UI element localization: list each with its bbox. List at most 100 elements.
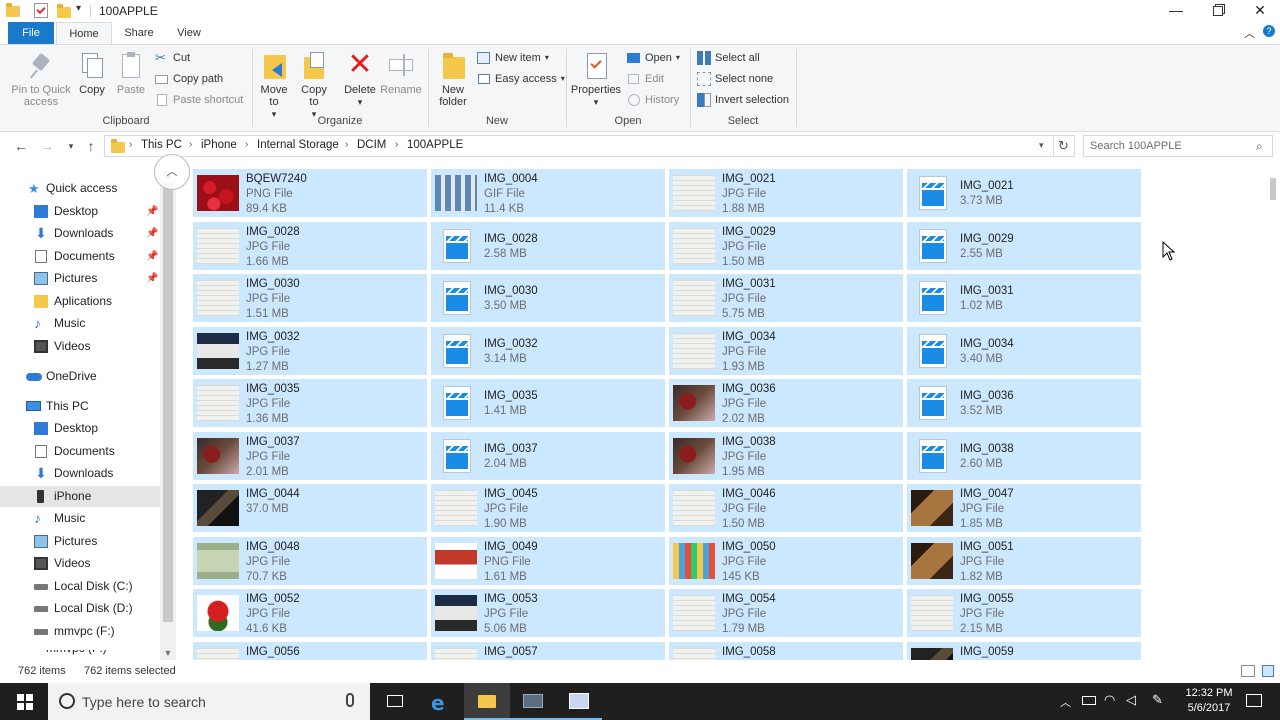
tab-view[interactable]: View [166, 22, 212, 44]
file-tile[interactable]: IMG_0038 2.60 MB [907, 431, 1141, 480]
tab-file[interactable]: File [8, 22, 54, 44]
file-tile[interactable]: IMG_0046 JPG File 1.50 MB [669, 484, 903, 532]
nav-pc-downloads[interactable]: ⬇ Downloads [0, 463, 160, 484]
maximize-button[interactable] [1196, 0, 1240, 22]
edit-button[interactable]: Edit [627, 70, 664, 88]
new-folder-qat-icon[interactable] [57, 4, 71, 21]
minimize-button[interactable]: — [1154, 0, 1198, 22]
tab-share[interactable]: Share [116, 22, 162, 44]
refresh-icon[interactable]: ↻ [1053, 135, 1075, 157]
details-view-icon[interactable] [1241, 665, 1255, 677]
help-icon[interactable]: ? [1263, 25, 1275, 37]
file-tile[interactable]: IMG_0021 JPG File 1.88 MB [669, 169, 903, 217]
taskbar-media-app-button[interactable] [510, 683, 556, 720]
nav-quick-documents[interactable]: Documents 📌 [0, 246, 160, 267]
file-tile[interactable]: IMG_0037 2.04 MB [431, 431, 665, 480]
copy-to-button[interactable]: Copy to ▾ [296, 49, 332, 120]
move-to-button[interactable]: Move to ▾ [256, 49, 292, 120]
search-box[interactable]: ⌕ [1083, 135, 1273, 157]
taskbar-recorder-app-button[interactable] [556, 683, 602, 720]
nav-pc-mmvpc-f[interactable]: mmvpc (F:) [0, 621, 160, 642]
nav-pc-desktop[interactable]: Desktop [0, 418, 160, 439]
scroll-down-chevron-icon[interactable]: ▼ [160, 648, 176, 658]
nav-pane-scroll-thumb[interactable] [163, 182, 173, 622]
forward-arrow-icon[interactable]: → [38, 137, 56, 155]
nav-quick-downloads[interactable]: ⬇ Downloads 📌 [0, 223, 160, 244]
new-folder-button[interactable]: New folder [434, 49, 472, 108]
breadcrumb-iphone[interactable]: iPhone [201, 139, 237, 151]
file-tile[interactable]: IMG_0049 PNG File 1.61 MB [431, 536, 665, 585]
file-tile[interactable]: IMG_0032 JPG File 1.27 MB [193, 326, 427, 375]
file-list-scroll-thumb[interactable] [1270, 178, 1276, 200]
up-arrow-icon[interactable]: ↑ [82, 137, 100, 155]
file-tile[interactable]: IMG_0031 JPG File 5.75 MB [669, 274, 903, 322]
file-tile[interactable]: IMG_0032 3.14 MB [431, 326, 665, 375]
file-tile[interactable]: IMG_0004 GIF File 11.4 KB [431, 169, 665, 217]
nav-quick-videos[interactable]: Videos [0, 336, 160, 357]
delete-button[interactable]: ✕ Delete ▾ [340, 49, 380, 108]
file-tile[interactable]: IMG_0057 [431, 641, 665, 660]
file-tile[interactable]: IMG_0059 [907, 641, 1141, 660]
nav-quick-music[interactable]: ♪ Music [0, 313, 160, 334]
back-arrow-icon[interactable]: ← [12, 137, 30, 155]
properties-button[interactable]: Properties ▾ [570, 49, 622, 108]
file-tile[interactable]: IMG_0028 JPG File 1.66 MB [193, 221, 427, 270]
breadcrumb-100apple[interactable]: 100APPLE [407, 139, 463, 151]
customize-qat-icon[interactable]: ▾ [76, 3, 81, 14]
select-all-button[interactable]: Select all [697, 49, 760, 67]
task-view-button[interactable] [372, 683, 418, 720]
search-input[interactable] [1090, 138, 1250, 154]
start-button[interactable] [0, 683, 48, 720]
address-history-chevron-icon[interactable]: ▾ [1039, 140, 1044, 151]
taskbar-file-explorer-button[interactable] [464, 683, 510, 720]
file-tile[interactable]: IMG_0051 JPG File 1.82 MB [907, 536, 1141, 585]
nav-pc-local-disk-d[interactable]: Local Disk (D:) [0, 598, 160, 619]
breadcrumb-dcim[interactable]: DCIM [357, 139, 386, 151]
new-item-button[interactable]: New item ▾ [477, 49, 549, 67]
file-tile[interactable]: IMG_0035 1.41 MB [431, 379, 665, 427]
nav-pc-pictures[interactable]: Pictures [0, 531, 160, 552]
nav-quick-desktop[interactable]: Desktop 📌 [0, 201, 160, 222]
nav-pc-iphone[interactable]: iPhone [0, 486, 160, 507]
minimize-ribbon-icon[interactable]: ︿ [1244, 25, 1255, 41]
nav-pc-music[interactable]: ♪ Music [0, 508, 160, 529]
close-button[interactable]: ✕ [1238, 0, 1280, 22]
show-hidden-icons-chevron-icon[interactable]: ︿ [1060, 694, 1071, 710]
file-tile[interactable]: IMG_0035 JPG File 1.36 MB [193, 379, 427, 427]
nav-quick-pictures[interactable]: Pictures 📌 [0, 268, 160, 289]
file-tile[interactable]: IMG_0048 JPG File 70.7 KB [193, 536, 427, 585]
file-tile[interactable]: IMG_0030 3.50 MB [431, 274, 665, 322]
breadcrumb-this-pc[interactable]: This PC [141, 139, 182, 151]
nav-this-pc[interactable]: This PC [0, 396, 160, 417]
pen-icon[interactable]: ✎ [1152, 692, 1163, 708]
action-center-icon[interactable] [1246, 694, 1262, 707]
taskbar-search-input[interactable] [82, 692, 332, 712]
copy-path-button[interactable]: Copy path [155, 70, 223, 88]
nav-pc-mmvpc-f-2[interactable]: mmvpc (F:) [0, 650, 160, 660]
pin-to-quick-access-button[interactable]: Pin to Quick access [8, 49, 74, 108]
volume-icon[interactable]: ◁ [1126, 692, 1136, 708]
file-tile[interactable]: IMG_0028 2.58 MB [431, 221, 665, 270]
cut-button[interactable]: ✂ Cut [155, 49, 190, 67]
nav-onedrive[interactable]: OneDrive [0, 366, 160, 387]
properties-check-icon[interactable] [34, 3, 48, 18]
breadcrumb-internal-storage[interactable]: Internal Storage [257, 139, 339, 151]
nav-pane-scrollbar[interactable]: ▲ ▼ [160, 170, 176, 660]
file-tile[interactable]: IMG_0044 37.0 MB [193, 484, 427, 532]
easy-access-button[interactable]: Easy access ▾ [477, 70, 565, 88]
file-list-scrollbar[interactable] [1266, 162, 1280, 660]
taskbar-clock[interactable]: 12:32 PM 5/6/2017 [1180, 686, 1238, 716]
file-tile[interactable]: IMG_0037 JPG File 2.01 MB [193, 431, 427, 480]
rename-button[interactable]: Rename [380, 49, 422, 96]
taskbar-edge-button[interactable]: e [418, 683, 464, 720]
file-tile[interactable]: IMG_0045 JPG File 1.90 MB [431, 484, 665, 532]
file-tile[interactable]: IMG_0021 3.73 MB [907, 169, 1141, 217]
file-tile[interactable]: IMG_0053 JPG File 5.06 MB [431, 589, 665, 637]
invert-selection-button[interactable]: Invert selection [697, 91, 789, 109]
microphone-icon[interactable] [346, 693, 354, 707]
scroll-up-chevron-icon[interactable]: ︿ [154, 154, 190, 190]
file-tile[interactable]: IMG_0030 JPG File 1.51 MB [193, 274, 427, 322]
address-bar[interactable]: › This PC › iPhone › Internal Storage › … [104, 135, 1054, 157]
battery-icon[interactable] [1082, 696, 1096, 705]
file-tile[interactable]: IMG_0036 3.52 MB [907, 379, 1141, 427]
